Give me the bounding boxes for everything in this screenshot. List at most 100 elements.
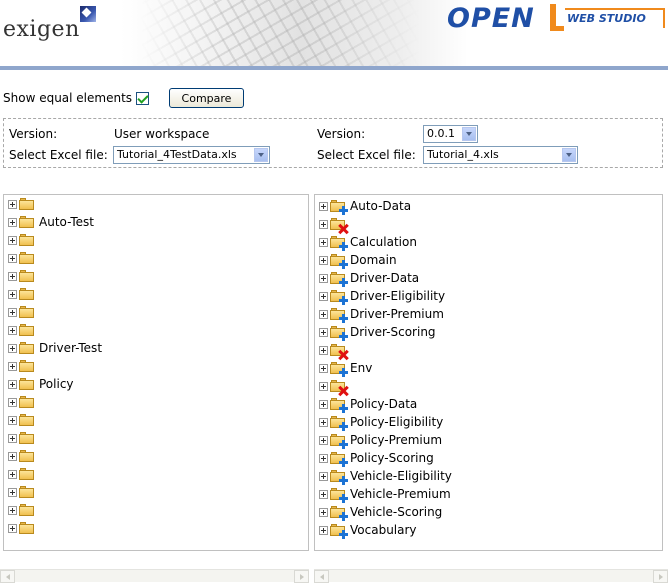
tree-node[interactable]: Auto-Test — [8, 213, 94, 231]
expand-plus-icon[interactable] — [319, 237, 328, 247]
tree-node[interactable]: Vehicle-Scoring — [319, 503, 442, 521]
expand-plus-icon[interactable] — [319, 399, 328, 409]
expand-plus-icon[interactable] — [8, 523, 17, 533]
tree-node[interactable]: Calculation — [319, 233, 417, 251]
expand-plus-icon[interactable] — [8, 397, 17, 407]
tree-node[interactable]: Policy-Eligibility — [319, 413, 443, 431]
expand-plus-icon[interactable] — [8, 379, 17, 389]
tree-node[interactable] — [8, 411, 39, 429]
expand-plus-icon[interactable] — [8, 199, 17, 209]
expand-plus-icon[interactable] — [8, 505, 17, 515]
expand-plus-icon[interactable] — [8, 451, 17, 461]
tree-node[interactable]: Policy — [8, 375, 74, 393]
right-horizontal-scrollbar[interactable] — [314, 569, 668, 583]
tree-node-label: Policy-Data — [350, 397, 418, 411]
tree-node[interactable]: Policy-Data — [319, 395, 417, 413]
tree-node[interactable] — [8, 195, 39, 213]
folder-added-icon — [330, 397, 348, 413]
chevron-down-icon[interactable] — [462, 127, 476, 141]
tree-node[interactable]: Vocabulary — [319, 521, 417, 539]
right-excel-select[interactable]: Tutorial_4.xls — [423, 146, 578, 164]
expand-plus-icon[interactable] — [8, 253, 17, 263]
show-equal-checkbox[interactable] — [136, 91, 150, 105]
expand-plus-icon[interactable] — [319, 435, 328, 445]
tree-node[interactable] — [8, 501, 39, 519]
tree-node[interactable] — [319, 377, 350, 395]
expand-plus-icon[interactable] — [319, 327, 328, 337]
compare-button[interactable]: Compare — [169, 88, 244, 108]
chevron-down-icon[interactable] — [254, 148, 268, 162]
tree-node[interactable] — [8, 465, 39, 483]
expand-plus-icon[interactable] — [8, 235, 17, 245]
expand-plus-icon[interactable] — [319, 273, 328, 283]
expand-plus-icon[interactable] — [8, 469, 17, 479]
right-version-select[interactable]: 0.0.1 — [423, 125, 478, 143]
tree-node[interactable]: Driver-Data — [319, 269, 419, 287]
tree-node[interactable] — [8, 285, 39, 303]
expand-plus-icon[interactable] — [319, 219, 328, 229]
tree-node[interactable] — [8, 519, 39, 537]
scroll-right-arrow-icon[interactable] — [653, 570, 668, 583]
expand-plus-icon[interactable] — [8, 415, 17, 425]
tree-node[interactable]: Vehicle-Premium — [319, 485, 451, 503]
expand-plus-icon[interactable] — [319, 489, 328, 499]
tree-node[interactable] — [8, 447, 39, 465]
folder-icon — [19, 287, 35, 301]
folder-icon — [19, 215, 35, 229]
expand-plus-icon[interactable] — [319, 309, 328, 319]
expand-plus-icon[interactable] — [319, 381, 328, 391]
tree-node[interactable]: Policy-Scoring — [319, 449, 434, 467]
header-background-art — [140, 0, 420, 66]
tree-node-label: Env — [350, 361, 373, 375]
tree-node[interactable] — [8, 249, 39, 267]
tree-node[interactable] — [8, 303, 39, 321]
expand-plus-icon[interactable] — [319, 471, 328, 481]
expand-plus-icon[interactable] — [319, 255, 328, 265]
webstudio-subtitle: WEB STUDIO — [565, 8, 665, 28]
tree-node[interactable] — [319, 215, 350, 233]
scroll-left-arrow-icon[interactable] — [0, 570, 15, 583]
tree-node[interactable] — [8, 429, 39, 447]
expand-plus-icon[interactable] — [319, 363, 328, 373]
folder-icon — [19, 413, 35, 427]
expand-plus-icon[interactable] — [8, 361, 17, 371]
chevron-down-icon[interactable] — [562, 148, 576, 162]
expand-plus-icon[interactable] — [319, 201, 328, 211]
folder-icon — [19, 359, 35, 373]
tree-node[interactable]: Driver-Premium — [319, 305, 444, 323]
expand-plus-icon[interactable] — [8, 271, 17, 281]
tree-node[interactable] — [8, 321, 39, 339]
tree-node[interactable]: Driver-Test — [8, 339, 102, 357]
left-excel-select[interactable]: Tutorial_4TestData.xls — [113, 146, 270, 164]
tree-node[interactable]: Driver-Eligibility — [319, 287, 445, 305]
expand-plus-icon[interactable] — [8, 433, 17, 443]
expand-plus-icon[interactable] — [8, 217, 17, 227]
expand-plus-icon[interactable] — [319, 525, 328, 535]
tree-node[interactable] — [8, 267, 39, 285]
tree-node[interactable] — [319, 341, 350, 359]
tree-node[interactable]: Auto-Data — [319, 197, 411, 215]
tree-node[interactable]: Domain — [319, 251, 397, 269]
expand-plus-icon[interactable] — [319, 453, 328, 463]
folder-added-icon — [330, 433, 348, 449]
expand-plus-icon[interactable] — [8, 343, 17, 353]
expand-plus-icon[interactable] — [8, 325, 17, 335]
tree-node[interactable]: Env — [319, 359, 372, 377]
expand-plus-icon[interactable] — [8, 289, 17, 299]
tree-node[interactable]: Driver-Scoring — [319, 323, 436, 341]
expand-plus-icon[interactable] — [319, 291, 328, 301]
tree-node[interactable] — [8, 231, 39, 249]
scroll-left-arrow-icon[interactable] — [314, 570, 329, 583]
expand-plus-icon[interactable] — [319, 507, 328, 517]
expand-plus-icon[interactable] — [8, 487, 17, 497]
expand-plus-icon[interactable] — [319, 345, 328, 355]
tree-node[interactable] — [8, 357, 39, 375]
tree-node[interactable]: Policy-Premium — [319, 431, 442, 449]
scroll-right-arrow-icon[interactable] — [294, 570, 309, 583]
tree-node[interactable] — [8, 393, 39, 411]
tree-node[interactable] — [8, 483, 39, 501]
expand-plus-icon[interactable] — [319, 417, 328, 427]
tree-node[interactable]: Vehicle-Eligibility — [319, 467, 452, 485]
expand-plus-icon[interactable] — [8, 307, 17, 317]
left-horizontal-scrollbar[interactable] — [0, 569, 309, 583]
